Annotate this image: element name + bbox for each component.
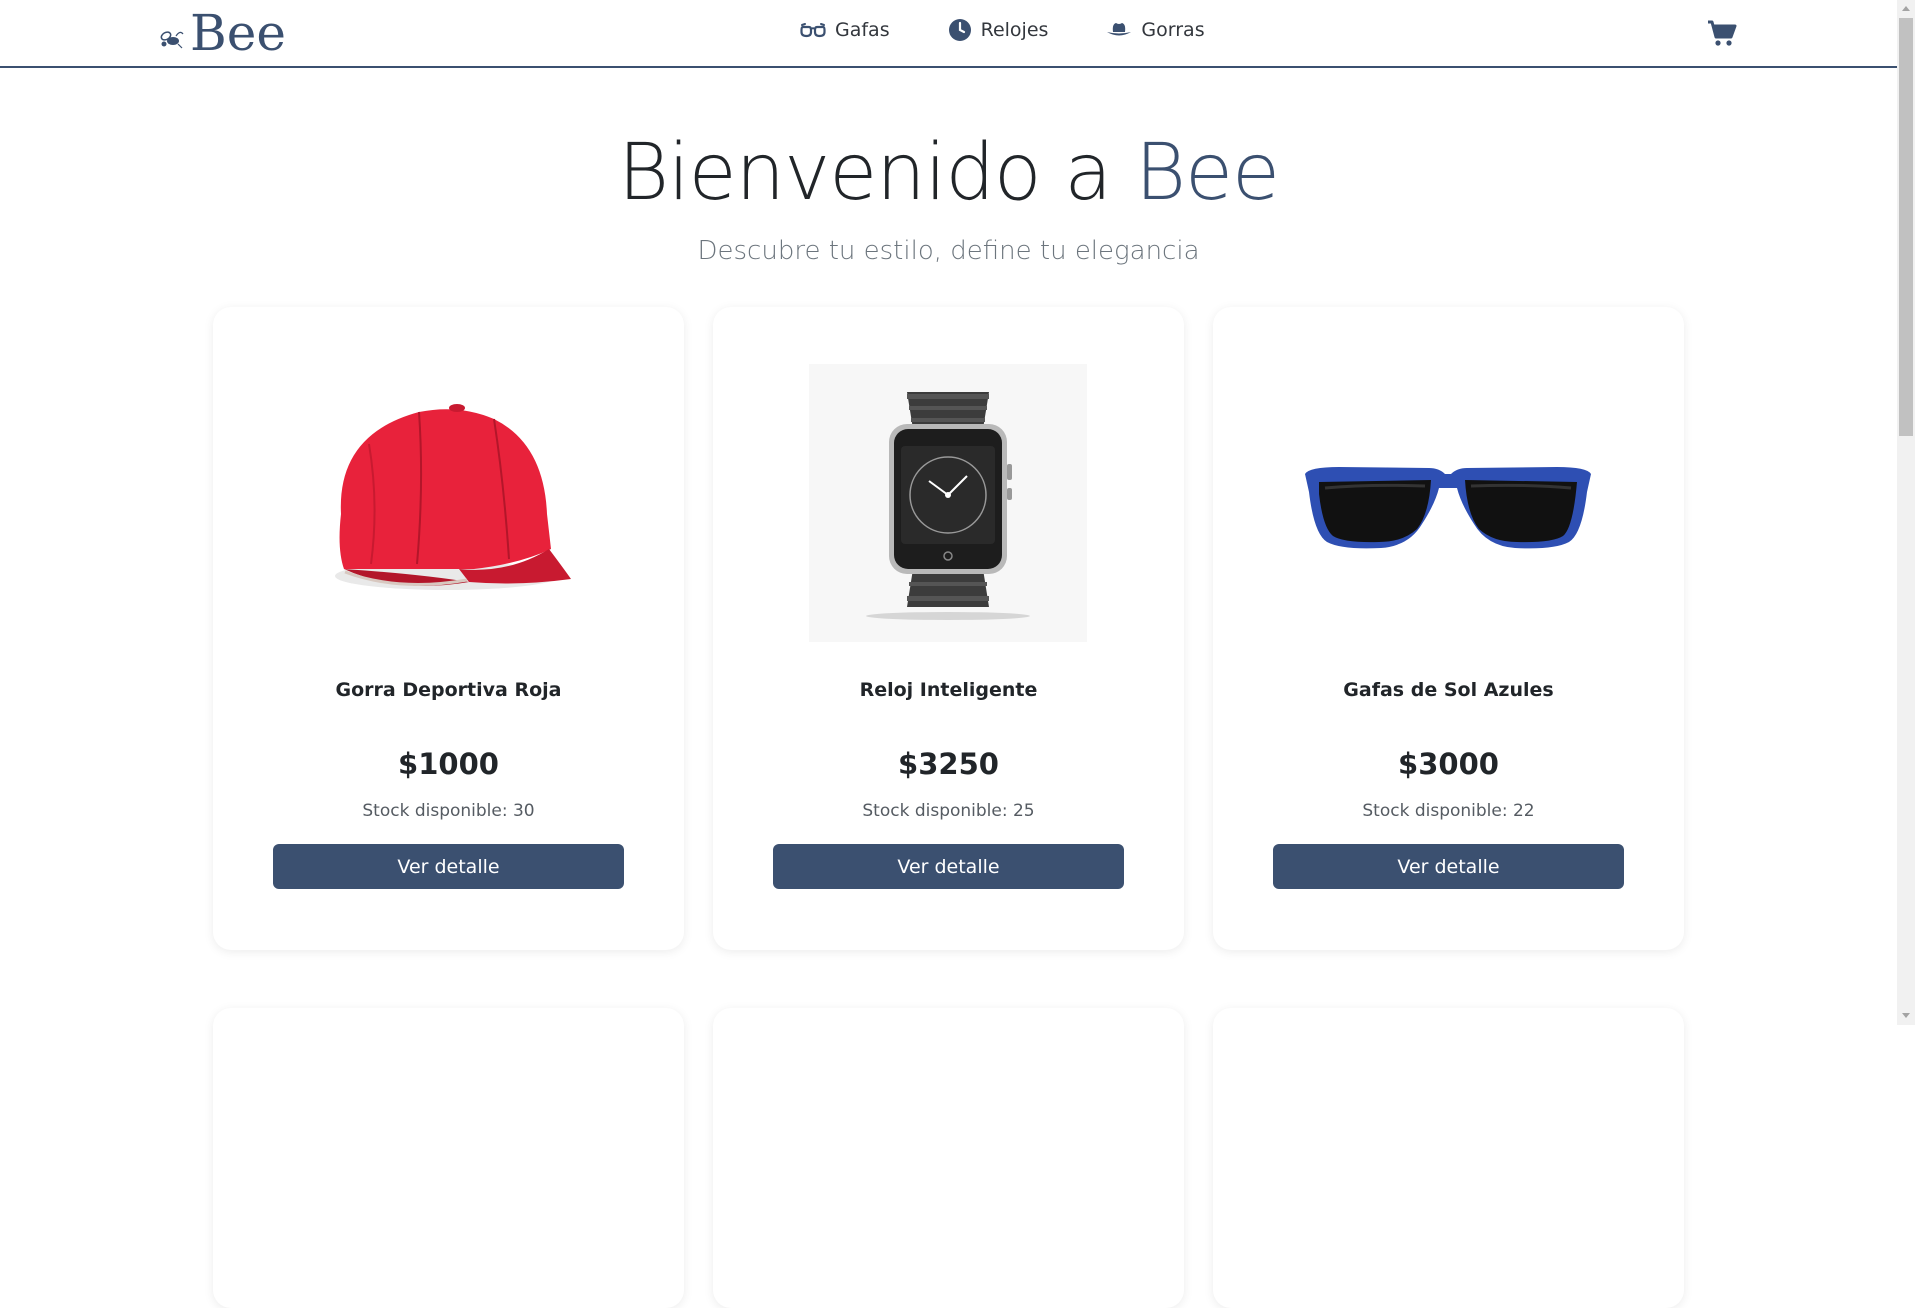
product-card	[213, 1008, 684, 1308]
page-subtitle: Descubre tu estilo, define tu elegancia	[697, 236, 1200, 266]
product-price: $3250	[898, 747, 999, 781]
title-accent: Bee	[1134, 128, 1280, 218]
brand-logo[interactable]: Bee	[156, 4, 286, 62]
scroll-up-icon[interactable]	[1902, 6, 1910, 11]
page-scrollbar[interactable]	[1897, 0, 1915, 1025]
product-card	[713, 1008, 1184, 1308]
product-image-red-cap[interactable]	[309, 364, 587, 642]
view-detail-button[interactable]: Ver detalle	[773, 844, 1124, 889]
product-price: $1000	[398, 747, 499, 781]
product-name: Gafas de Sol Azules	[1343, 679, 1554, 701]
nav-item-gorras[interactable]: Gorras	[1106, 19, 1205, 41]
product-stock: Stock disponible: 25	[862, 801, 1035, 821]
cart-button[interactable]	[1707, 19, 1737, 51]
view-detail-button[interactable]: Ver detalle	[273, 844, 624, 889]
product-name: Reloj Inteligente	[859, 679, 1038, 701]
bee-icon	[160, 31, 184, 49]
cart-icon	[1708, 20, 1737, 46]
main-nav: Gafas Relojes Gorras	[800, 18, 1205, 42]
product-stock: Stock disponible: 22	[1362, 801, 1535, 821]
product-card: Gorra Deportiva Roja $1000 Stock disponi…	[213, 307, 684, 950]
product-image-blue-sunglasses[interactable]	[1299, 364, 1597, 642]
title-prefix: Bienvenido a	[617, 128, 1112, 218]
nav-item-relojes[interactable]: Relojes	[948, 18, 1049, 42]
nav-item-label: Gorras	[1141, 19, 1205, 41]
nav-item-label: Gafas	[835, 19, 890, 41]
product-stock: Stock disponible: 30	[362, 801, 535, 821]
product-name: Gorra Deportiva Roja	[335, 679, 562, 701]
scroll-thumb[interactable]	[1899, 18, 1913, 436]
product-card	[1213, 1008, 1684, 1308]
nav-item-gafas[interactable]: Gafas	[800, 19, 890, 41]
brand-name: Bee	[190, 4, 286, 62]
scroll-down-icon[interactable]	[1902, 1013, 1910, 1018]
nav-item-label: Relojes	[980, 19, 1049, 41]
product-price: $3000	[1398, 747, 1499, 781]
navbar: Bee Gafas Relojes Gorras	[0, 0, 1897, 68]
hat-icon	[1107, 23, 1132, 36]
page-title: Bienvenido a Bee	[0, 128, 1897, 218]
clock-icon	[948, 19, 971, 41]
glasses-icon	[800, 23, 826, 38]
product-card: Gafas de Sol Azules $3000 Stock disponib…	[1213, 307, 1684, 950]
product-card: Reloj Inteligente $3250 Stock disponible…	[713, 307, 1184, 950]
view-detail-button[interactable]: Ver detalle	[1273, 844, 1624, 889]
product-image-smart-watch[interactable]	[809, 364, 1087, 642]
